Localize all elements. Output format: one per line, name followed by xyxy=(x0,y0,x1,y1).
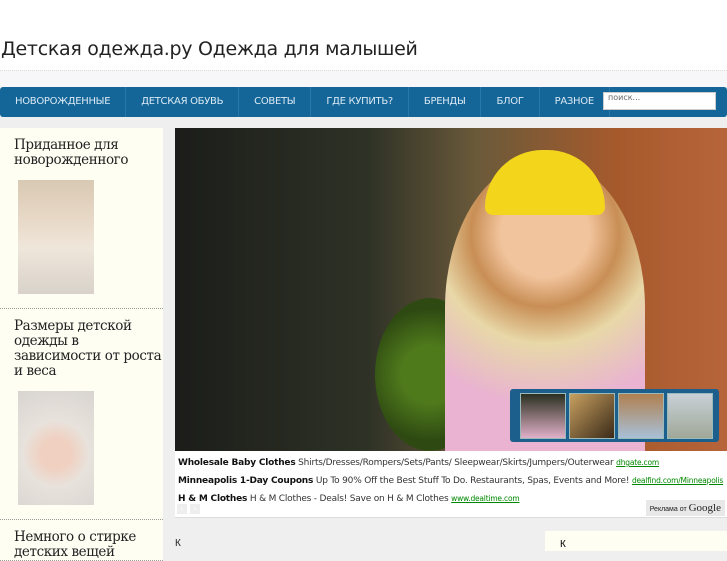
nav-item-shoes[interactable]: ДЕТСКАЯ ОБУВЬ xyxy=(126,87,240,117)
sidebar-item-title[interactable]: Размеры детской одежды в зависимости от … xyxy=(14,319,163,379)
ad-url[interactable]: www.dealtime.com xyxy=(451,494,520,503)
chevron-left-icon[interactable]: ‹ xyxy=(177,504,187,514)
header-band xyxy=(0,70,727,87)
nav-item-brands[interactable]: БРЕНДЫ xyxy=(409,87,482,117)
search-input[interactable]: поиск... xyxy=(603,92,716,110)
slide-thumb[interactable] xyxy=(618,393,664,439)
main-nav: НОВОРОЖДЕННЫЕ ДЕТСКАЯ ОБУВЬ СОВЕТЫ ГДЕ К… xyxy=(0,87,727,117)
ad-item[interactable]: H & M Clothes H & M Clothes - Deals! Sav… xyxy=(178,490,724,508)
ad-title[interactable]: Minneapolis 1-Day Coupons xyxy=(178,476,313,486)
header: Детская одежда.ру Одежда для малышей xyxy=(0,0,727,70)
ad-text: Shirts/Dresses/Rompers/Sets/Pants/ Sleep… xyxy=(298,458,614,468)
nav-item-blog[interactable]: БЛОГ xyxy=(481,87,540,117)
baby-image[interactable] xyxy=(18,391,94,505)
ad-nav: ‹ › xyxy=(177,504,200,514)
ad-url[interactable]: dealfind.com/Minneapolis xyxy=(632,476,723,485)
ad-text: Up To 90% Off the Best Stuff To Do. Rest… xyxy=(315,476,630,486)
content-heading: К xyxy=(175,538,181,549)
right-box: К xyxy=(545,531,727,551)
ad-title[interactable]: H & M Clothes xyxy=(178,494,247,504)
ad-item[interactable]: Minneapolis 1-Day Coupons Up To 90% Off … xyxy=(178,472,724,490)
sidebar-item[interactable]: Размеры детской одежды в зависимости от … xyxy=(0,309,163,520)
hero-helmet xyxy=(485,150,605,215)
ad-badge-prefix: Реклама от xyxy=(649,506,687,513)
slideshow-thumbnails xyxy=(510,389,719,442)
sidebar-item[interactable]: Немного о стирке детских вещей xyxy=(0,520,163,561)
sidebar: Приданное для новорожденного Размеры дет… xyxy=(0,128,163,561)
nav-item-tips[interactable]: СОВЕТЫ xyxy=(239,87,312,117)
nav-item-misc[interactable]: РАЗНОЕ xyxy=(540,87,610,117)
sidebar-item[interactable]: Приданное для новорожденного xyxy=(0,128,163,309)
ad-text: H & M Clothes - Deals! Save on H & M Clo… xyxy=(249,494,449,504)
ad-url[interactable]: dhgate.com xyxy=(616,458,659,467)
sidebar-item-title[interactable]: Немного о стирке детских вещей xyxy=(14,530,163,560)
site-title[interactable]: Детская одежда.ру Одежда для малышей xyxy=(1,38,418,60)
ads-by-google-badge[interactable]: Реклама от Google xyxy=(645,500,725,516)
ad-block: Wholesale Baby Clothes Shirts/Dresses/Ro… xyxy=(175,451,727,518)
slide-thumb[interactable] xyxy=(520,393,566,439)
ad-item[interactable]: Wholesale Baby Clothes Shirts/Dresses/Ro… xyxy=(178,454,724,472)
sidebar-item-title[interactable]: Приданное для новорожденного xyxy=(14,138,163,168)
ad-badge-brand: Google xyxy=(688,502,721,514)
baby-image[interactable] xyxy=(18,180,94,294)
ad-title[interactable]: Wholesale Baby Clothes xyxy=(178,458,296,468)
nav-item-where-buy[interactable]: ГДЕ КУПИТЬ? xyxy=(311,87,409,117)
slide-thumb[interactable] xyxy=(667,393,713,439)
chevron-right-icon[interactable]: › xyxy=(190,504,200,514)
nav-item-newborn[interactable]: НОВОРОЖДЕННЫЕ xyxy=(0,87,127,117)
slide-thumb[interactable] xyxy=(569,393,615,439)
